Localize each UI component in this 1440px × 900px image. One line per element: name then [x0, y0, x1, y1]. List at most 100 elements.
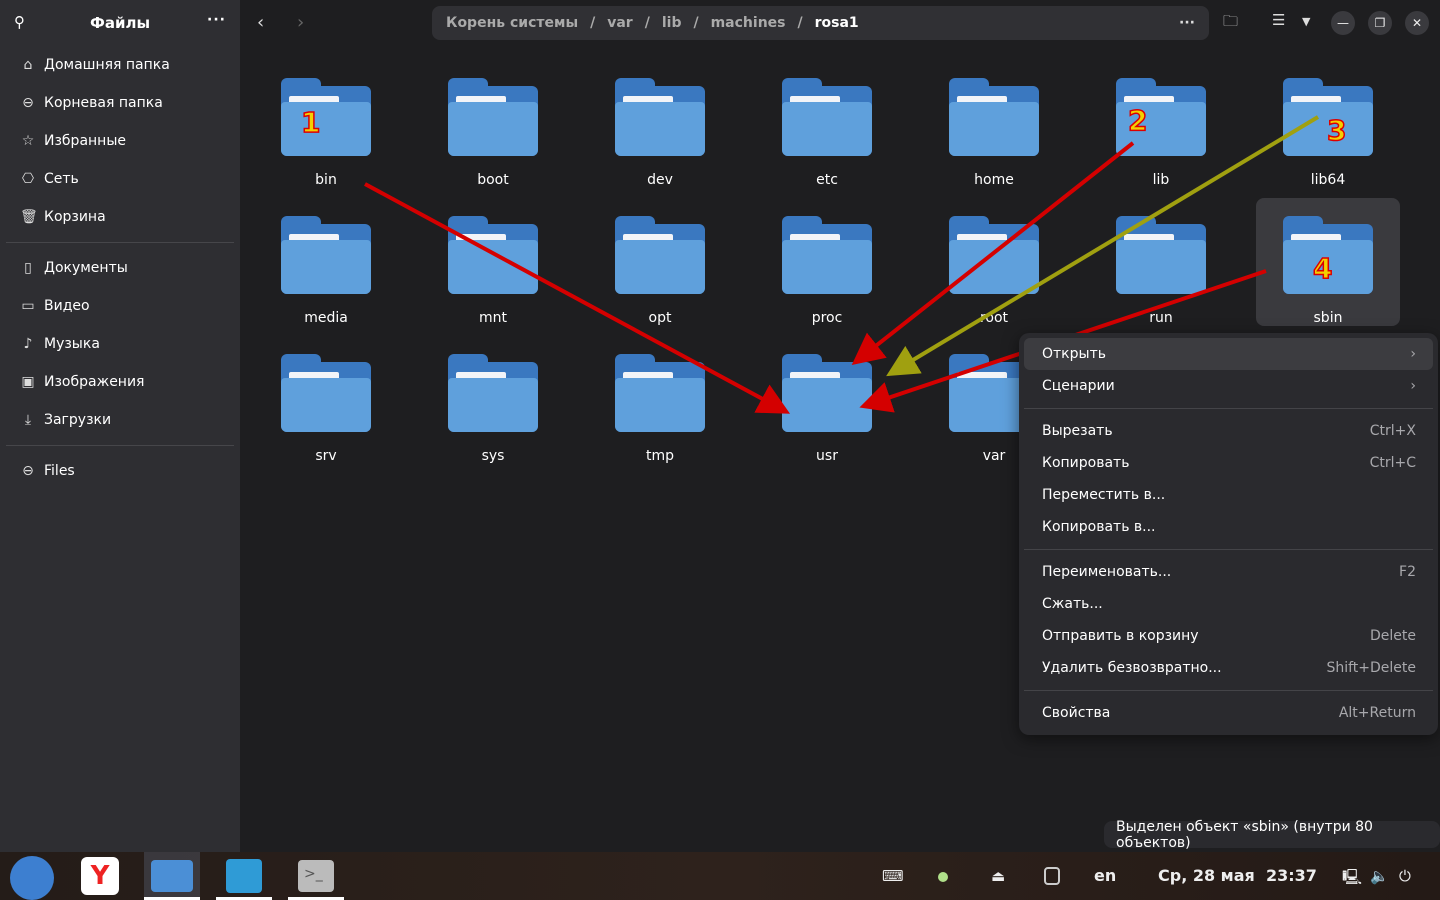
menu-item-10[interactable]: Свойства Alt+Return [1024, 697, 1433, 729]
close-button[interactable]: ✕ [1405, 11, 1429, 35]
more-menu-icon[interactable]: ··· [207, 12, 226, 28]
eject-icon[interactable]: ⏏ [991, 867, 1005, 885]
volume-icon[interactable]: 🔈 [1370, 867, 1389, 885]
taskbar: Y >_ ⌨ ⏏ en Ср, 28 мая 23:37 🖳 🔈 ⏻ [0, 852, 1440, 900]
list-view-icon[interactable]: ☰ [1272, 11, 1285, 29]
clock[interactable]: Ср, 28 мая 23:37 [1158, 866, 1317, 885]
sidebar-item-label: Видео [44, 298, 90, 314]
folder-lib[interactable]: 2 lib [1089, 60, 1233, 188]
folder-etc[interactable]: etc [755, 60, 899, 188]
path-segment[interactable]: lib [662, 15, 682, 31]
sidebar-item-6[interactable]: ▭ Видео [0, 287, 240, 325]
sidebar-item-label: Корневая папка [44, 95, 163, 111]
sidebar-item-7[interactable]: ♪ Музыка [0, 325, 240, 363]
path-separator: / [644, 15, 650, 31]
menu-separator [1024, 408, 1433, 409]
folder-label: run [1149, 310, 1173, 326]
network-icon[interactable]: 🖳 [1342, 867, 1362, 892]
folder-lib64[interactable]: 3 lib64 [1256, 60, 1400, 188]
folder-label: root [979, 310, 1009, 326]
sidebar-header: ⚲ Файлы ··· [0, 0, 240, 46]
menu-item-label: Сжать... [1042, 596, 1103, 612]
menu-item-label: Копировать в... [1042, 519, 1156, 535]
sidebar-item-8[interactable]: ▣ Изображения [0, 363, 240, 401]
sidebar-item-10[interactable]: ⊖ Files [0, 452, 240, 490]
folder-run[interactable]: run [1089, 198, 1233, 326]
menu-item-1[interactable]: Сценарии › [1024, 370, 1433, 402]
workspace-icon[interactable] [1044, 867, 1060, 885]
start-menu-icon[interactable] [10, 856, 54, 900]
menu-item-3[interactable]: Копировать Ctrl+C [1024, 447, 1433, 479]
menu-item-shortcut: Shift+Delete [1326, 660, 1416, 676]
folder-boot[interactable]: boot [421, 60, 565, 188]
sidebar-item-9[interactable]: ⤓ Загрузки [0, 401, 240, 439]
folder-usr[interactable]: usr [755, 336, 899, 464]
status-indicator-icon[interactable] [938, 872, 948, 882]
sidebar-item-3[interactable]: ⎔ Сеть [0, 160, 240, 198]
path-segment[interactable]: rosa1 [815, 15, 859, 31]
trash-icon: 🗑 [20, 209, 38, 225]
sidebar-item-label: Музыка [44, 336, 100, 352]
folder-label: etc [816, 172, 838, 188]
sidebar-item-4[interactable]: 🗑 Корзина [0, 198, 240, 236]
sidebar-item-5[interactable]: ▯ Документы [0, 249, 240, 287]
keyboard-icon[interactable]: ⌨ [882, 867, 904, 885]
path-segment[interactable]: machines [711, 15, 786, 31]
folder-icon [448, 78, 538, 156]
folder-media[interactable]: media [254, 198, 398, 326]
folder-root[interactable]: root [922, 198, 1066, 326]
terminal-icon[interactable]: >_ [288, 852, 344, 900]
sidebar-item-0[interactable]: ⌂ Домашняя папка [0, 46, 240, 84]
files-app-icon[interactable] [144, 852, 200, 900]
yandex-browser-icon[interactable]: Y [81, 857, 119, 895]
path-segment[interactable]: Корень системы [446, 15, 578, 31]
folder-dev[interactable]: dev [588, 60, 732, 188]
menu-item-shortcut: › [1410, 346, 1416, 362]
annotation-number: 1 [300, 105, 321, 140]
keyboard-layout[interactable]: en [1094, 866, 1116, 885]
menu-item-2[interactable]: Вырезать Ctrl+X [1024, 415, 1433, 447]
view-options-dropdown-icon[interactable]: ▼ [1302, 15, 1310, 28]
menu-item-7[interactable]: Сжать... [1024, 588, 1433, 620]
power-icon[interactable]: ⏻ [1399, 867, 1411, 885]
maximize-button[interactable]: ❐ [1368, 11, 1392, 35]
sidebar-item-1[interactable]: ⊖ Корневая папка [0, 84, 240, 122]
menu-item-9[interactable]: Удалить безвозвратно... Shift+Delete [1024, 652, 1433, 684]
breadcrumb[interactable]: Корень системы / var / lib / machines / rosa1 ··· [432, 6, 1209, 40]
menu-separator [1024, 690, 1433, 691]
minimize-button[interactable]: — [1331, 11, 1355, 35]
menu-item-0[interactable]: Открыть › [1024, 338, 1433, 370]
sidebar-item-label: Сеть [44, 171, 79, 187]
menu-item-8[interactable]: Отправить в корзину Delete [1024, 620, 1433, 652]
menu-item-label: Переименовать... [1042, 564, 1172, 580]
menu-item-label: Копировать [1042, 455, 1130, 471]
annotation-number: 3 [1326, 113, 1347, 148]
drive-icon: ⊖ [22, 95, 34, 111]
folder-opt[interactable]: opt [588, 198, 732, 326]
folder-proc[interactable]: proc [755, 198, 899, 326]
folder-icon: 4 [1283, 216, 1373, 294]
folder-icon: 1 [281, 78, 371, 156]
folder-home[interactable]: home [922, 60, 1066, 188]
menu-item-5[interactable]: Копировать в... [1024, 511, 1433, 543]
folder-label: sys [481, 448, 505, 464]
path-segment[interactable]: var [607, 15, 632, 31]
sidebar-item-2[interactable]: ☆ Избранные [0, 122, 240, 160]
folder-tmp[interactable]: tmp [588, 336, 732, 464]
folder-srv[interactable]: srv [254, 336, 398, 464]
path-more-icon[interactable]: ··· [1179, 15, 1195, 31]
search-folder-icon[interactable]: 🗀 [1223, 11, 1238, 36]
folder-sbin[interactable]: 4 sbin [1256, 198, 1400, 326]
folder-sys[interactable]: sys [421, 336, 565, 464]
search-icon[interactable]: ⚲ [14, 13, 25, 31]
menu-separator [1024, 549, 1433, 550]
menu-item-6[interactable]: Переименовать... F2 [1024, 556, 1433, 588]
folder-mnt[interactable]: mnt [421, 198, 565, 326]
folder-icon [782, 216, 872, 294]
sidebar-item-label: Загрузки [44, 412, 112, 428]
forward-button[interactable]: › [297, 12, 304, 33]
menu-item-4[interactable]: Переместить в... [1024, 479, 1433, 511]
text-editor-icon[interactable] [216, 852, 272, 900]
folder-bin[interactable]: 1 bin [254, 60, 398, 188]
back-button[interactable]: ‹ [257, 12, 264, 33]
